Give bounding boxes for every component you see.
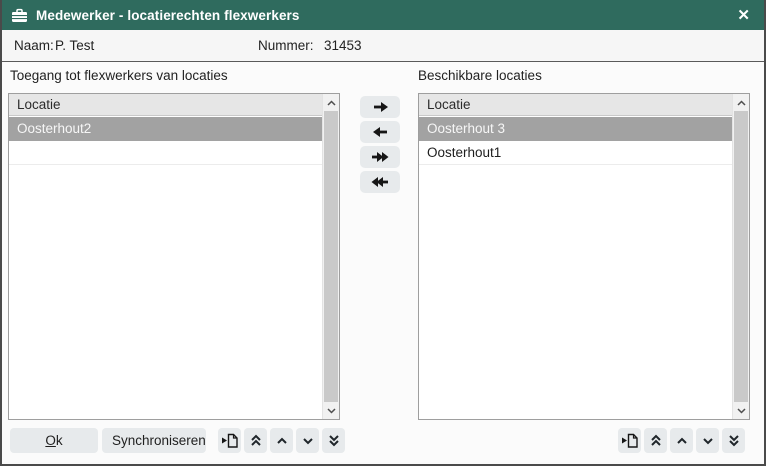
next-record-button[interactable] <box>296 428 319 453</box>
next-record-icon <box>302 437 314 445</box>
first-record-button[interactable] <box>644 428 667 453</box>
employee-header: Naam: P. Test Nummer: 31453 <box>2 30 764 62</box>
assigned-column-header: Locatie <box>9 94 322 116</box>
goto-record-icon <box>221 432 239 449</box>
available-locations-title: Beschikbare locaties <box>418 68 542 83</box>
goto-record-icon <box>621 432 639 449</box>
last-record-button[interactable] <box>322 428 345 453</box>
name-value: P. Test <box>55 38 94 53</box>
next-record-icon <box>702 437 714 445</box>
ok-button[interactable]: Ok <box>10 428 98 453</box>
scrollbar-thumb[interactable] <box>324 111 338 402</box>
available-column-header: Locatie <box>419 94 732 116</box>
list-item-oosterhout2[interactable]: Oosterhout2 <box>9 117 322 141</box>
number-label: Nummer: <box>258 38 314 53</box>
last-record-button[interactable] <box>722 428 745 453</box>
move-left-button[interactable] <box>360 121 400 143</box>
previous-record-button[interactable] <box>270 428 293 453</box>
scrollbar-thumb[interactable] <box>734 111 748 402</box>
chevron-up-icon[interactable] <box>733 94 749 111</box>
main-area: Toegang tot flexwerkers van locaties Bes… <box>2 62 764 462</box>
list-item-oosterhout1[interactable]: Oosterhout1 <box>419 141 732 165</box>
first-record-icon <box>650 434 662 447</box>
chevron-down-icon[interactable] <box>323 402 339 419</box>
titlebar: Medewerker - locatierechten flexwerkers … <box>2 0 764 30</box>
move-all-right-icon <box>371 151 389 163</box>
assigned-locations-title: Toegang tot flexwerkers van locaties <box>10 68 228 83</box>
assigned-locations-list: Locatie Oosterhout2 <box>8 93 340 420</box>
last-record-icon <box>328 434 340 447</box>
briefcase-icon <box>11 8 28 23</box>
available-rows: Oosterhout 3 Oosterhout1 <box>419 117 732 419</box>
name-label: Naam: <box>14 38 54 53</box>
available-scrollbar[interactable] <box>732 94 749 419</box>
assigned-scrollbar[interactable] <box>322 94 339 419</box>
last-record-icon <box>728 434 740 447</box>
chevron-up-icon[interactable] <box>323 94 339 111</box>
move-all-left-icon <box>371 176 389 188</box>
list-item-oosterhout-3[interactable]: Oosterhout 3 <box>419 117 732 141</box>
first-record-button[interactable] <box>244 428 267 453</box>
previous-record-icon <box>276 437 288 445</box>
assigned-rows: Oosterhout2 <box>9 117 322 419</box>
first-record-icon <box>250 434 262 447</box>
move-all-right-button[interactable] <box>360 146 400 168</box>
previous-record-button[interactable] <box>670 428 693 453</box>
available-locations-list: Locatie Oosterhout 3 Oosterhout1 <box>418 93 750 420</box>
next-record-button[interactable] <box>696 428 719 453</box>
goto-record-button[interactable] <box>618 428 641 453</box>
dialog-window: Medewerker - locatierechten flexwerkers … <box>0 0 766 466</box>
move-right-icon <box>372 101 389 113</box>
chevron-down-icon[interactable] <box>733 402 749 419</box>
number-value: 31453 <box>324 38 362 53</box>
synchronize-button[interactable]: Synchroniseren <box>102 428 206 453</box>
move-right-button[interactable] <box>360 96 400 118</box>
move-left-icon <box>372 126 389 138</box>
window-title: Medewerker - locatierechten flexwerkers <box>36 8 733 23</box>
goto-record-button[interactable] <box>218 428 241 453</box>
move-all-left-button[interactable] <box>360 171 400 193</box>
empty-row <box>9 141 322 165</box>
close-icon[interactable]: ✕ <box>733 6 754 25</box>
synchronize-button-label: Synchroniseren <box>112 433 196 448</box>
previous-record-icon <box>676 437 688 445</box>
ok-button-label: Ok <box>20 433 88 448</box>
